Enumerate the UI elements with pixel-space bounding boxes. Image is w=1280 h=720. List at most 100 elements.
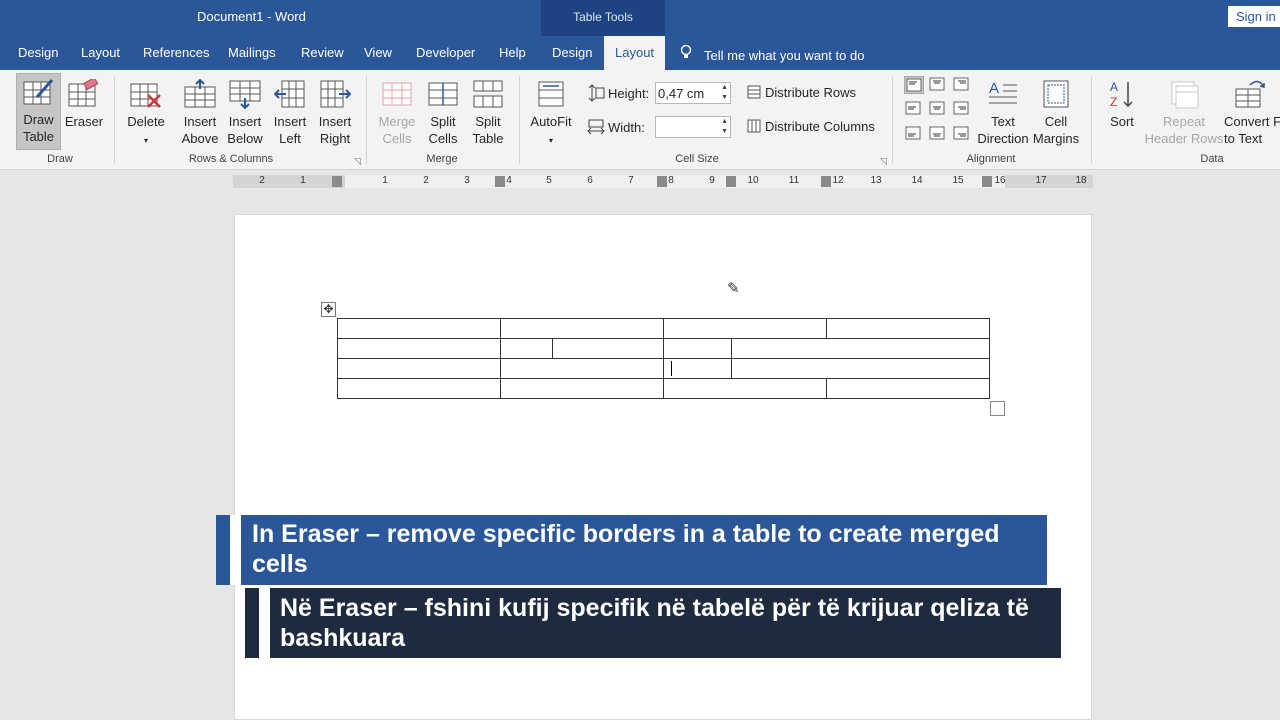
autofit-button[interactable]: AutoFit ▾ bbox=[526, 74, 576, 149]
ruler-label: 2 bbox=[259, 175, 265, 186]
tab-references[interactable]: References bbox=[143, 45, 209, 60]
pencil-cursor-icon: ✎ bbox=[727, 280, 740, 297]
convert-to-text-button[interactable]: Convert F to Text bbox=[1224, 74, 1280, 147]
insert-right-label-2: Right bbox=[319, 131, 351, 146]
draw-table-button[interactable]: Draw Table bbox=[16, 73, 61, 150]
align-top-left-button[interactable] bbox=[904, 76, 924, 94]
split-cells-button[interactable]: Split Cells bbox=[421, 74, 465, 147]
ribbon: Draw Table Eraser Draw Delete ▾ Insert A… bbox=[0, 70, 1280, 170]
align-top-center-icon bbox=[929, 77, 945, 91]
caption-albanian: Në Eraser – fshini kufij specifik në tab… bbox=[245, 588, 1061, 658]
distribute-rows-button[interactable]: Distribute Rows bbox=[747, 85, 856, 100]
repeat-header-rows-button[interactable]: Repeat Header Rows bbox=[1144, 74, 1224, 147]
split-table-icon bbox=[473, 80, 503, 108]
split-table-label-2: Table bbox=[472, 131, 504, 146]
tell-me-search[interactable]: Tell me what you want to do bbox=[680, 44, 864, 63]
align-center-button[interactable] bbox=[928, 100, 948, 118]
chevron-down-icon: ▾ bbox=[143, 136, 148, 145]
tab-layout[interactable]: Layout bbox=[81, 45, 120, 60]
width-input[interactable]: ▲ ▼ bbox=[655, 116, 731, 138]
align-bottom-center-button[interactable] bbox=[928, 125, 948, 143]
align-top-center-button[interactable] bbox=[928, 76, 948, 94]
align-center-left-icon bbox=[905, 101, 921, 115]
align-top-right-button[interactable] bbox=[952, 76, 972, 94]
eraser-button[interactable]: Eraser bbox=[64, 74, 104, 130]
height-spinner[interactable]: ▲ ▼ bbox=[721, 83, 728, 103]
ruler-label: 13 bbox=[870, 175, 882, 186]
dialog-launcher-icon[interactable]: ◹ bbox=[354, 156, 361, 167]
ruler-label: 14 bbox=[911, 175, 923, 186]
tab-table-design[interactable]: Design bbox=[552, 45, 592, 60]
ruler-column-marker[interactable] bbox=[982, 176, 992, 187]
text-direction-icon: A bbox=[989, 80, 1017, 104]
table-border bbox=[989, 318, 990, 399]
cell-margins-button[interactable]: Cell Margins bbox=[1031, 74, 1081, 147]
table-tools-label: Table Tools bbox=[573, 10, 633, 24]
insert-left-button[interactable]: Insert Left bbox=[268, 74, 312, 147]
tab-mailings[interactable]: Mailings bbox=[228, 45, 276, 60]
insert-right-button[interactable]: Insert Right bbox=[313, 74, 357, 147]
tab-help[interactable]: Help bbox=[499, 45, 526, 60]
merge-cells-button[interactable]: Merge Cells bbox=[375, 74, 419, 147]
tab-review[interactable]: Review bbox=[301, 45, 344, 60]
draw-table-icon bbox=[23, 79, 53, 105]
insert-above-button[interactable]: Insert Above bbox=[178, 74, 222, 147]
ruler-column-marker[interactable] bbox=[657, 176, 667, 187]
ruler-label: 17 bbox=[1035, 175, 1047, 186]
height-input[interactable]: 0,47 cm ▲ ▼ bbox=[655, 82, 731, 104]
dialog-launcher-icon[interactable]: ◹ bbox=[880, 156, 887, 167]
ruler-label: 15 bbox=[952, 175, 964, 186]
sort-label: Sort bbox=[1110, 114, 1134, 129]
align-top-right-icon bbox=[953, 77, 969, 91]
table-border bbox=[552, 338, 553, 358]
text-direction-button[interactable]: A Text Direction bbox=[975, 74, 1031, 147]
cell-margins-label-1: Cell bbox=[1044, 114, 1068, 129]
ruler-label: 5 bbox=[546, 175, 552, 186]
tab-table-layout[interactable]: Layout bbox=[604, 36, 666, 71]
split-table-button[interactable]: Split Table bbox=[466, 74, 510, 147]
sign-in-button[interactable]: Sign in bbox=[1228, 6, 1280, 27]
ruler-column-marker[interactable] bbox=[332, 176, 342, 187]
table-border bbox=[826, 318, 827, 338]
align-bottom-right-button[interactable] bbox=[952, 125, 972, 143]
align-bottom-center-icon bbox=[929, 126, 945, 140]
window-title: Document1 - Word bbox=[197, 9, 306, 24]
sort-button[interactable]: AZ Sort bbox=[1104, 74, 1140, 130]
delete-button[interactable]: Delete ▾ bbox=[124, 74, 168, 149]
tab-developer[interactable]: Developer bbox=[416, 45, 475, 60]
distribute-columns-button[interactable]: Distribute Columns bbox=[747, 119, 875, 134]
ruler-text-area bbox=[345, 175, 1005, 188]
table-move-handle-icon[interactable]: ✥ bbox=[321, 302, 336, 317]
svg-text:A: A bbox=[1110, 80, 1118, 94]
width-spinner[interactable]: ▲ ▼ bbox=[721, 117, 728, 137]
chevron-down-icon: ▾ bbox=[548, 136, 553, 145]
ruler-label: 8 bbox=[668, 175, 674, 186]
insert-below-button[interactable]: Insert Below bbox=[223, 74, 267, 147]
ruler-label: 12 bbox=[832, 175, 844, 186]
align-bottom-left-button[interactable] bbox=[904, 125, 924, 143]
ruler-label: 18 bbox=[1075, 175, 1087, 186]
distribute-columns-icon bbox=[747, 119, 761, 133]
align-center-right-button[interactable] bbox=[952, 100, 972, 118]
group-separator bbox=[519, 76, 520, 164]
ruler-column-marker[interactable] bbox=[821, 176, 831, 187]
autofit-label: AutoFit bbox=[530, 114, 572, 129]
split-cells-label-1: Split bbox=[430, 114, 456, 129]
insert-below-label-1: Insert bbox=[228, 114, 262, 129]
tab-view[interactable]: View bbox=[364, 45, 392, 60]
insert-below-icon bbox=[229, 80, 261, 109]
group-separator bbox=[1091, 76, 1092, 164]
document-table[interactable] bbox=[337, 318, 990, 399]
horizontal-ruler-bar: 2 1 1 2 3 4 5 6 7 8 9 10 11 12 13 14 15 … bbox=[0, 170, 1280, 192]
text-cursor bbox=[671, 361, 672, 376]
group-merge-label: Merge bbox=[426, 153, 458, 165]
repeat-header-rows-icon bbox=[1171, 81, 1199, 109]
caption-english: In Eraser – remove specific borders in a… bbox=[216, 515, 1047, 585]
tell-me-text: Tell me what you want to do bbox=[704, 48, 865, 63]
ruler-column-marker[interactable] bbox=[495, 176, 505, 187]
horizontal-ruler[interactable]: 2 1 1 2 3 4 5 6 7 8 9 10 11 12 13 14 15 … bbox=[233, 175, 1093, 188]
table-resize-handle[interactable] bbox=[990, 401, 1005, 416]
ruler-column-marker[interactable] bbox=[726, 176, 736, 187]
tab-design[interactable]: Design bbox=[18, 45, 58, 60]
align-center-left-button[interactable] bbox=[904, 100, 924, 118]
